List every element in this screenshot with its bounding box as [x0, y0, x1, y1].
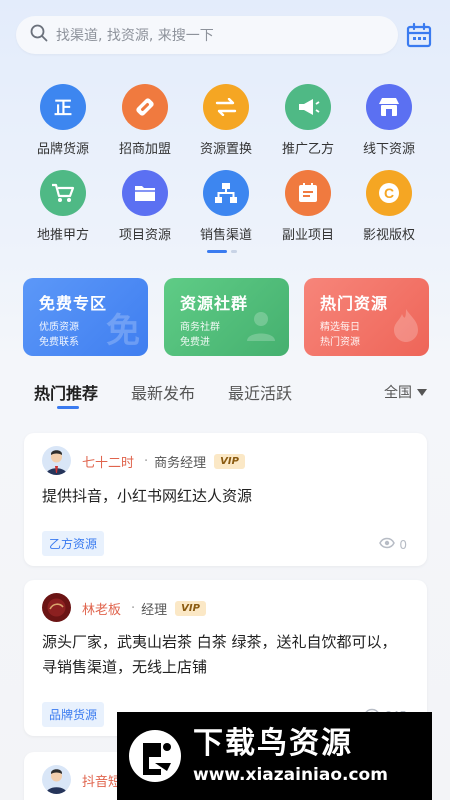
watermark-url: www.xiazainiao.com — [193, 765, 388, 785]
avatar[interactable] — [42, 765, 71, 794]
folder-icon — [122, 170, 168, 216]
author-name[interactable]: 抖音短 — [82, 771, 121, 790]
avatar[interactable] — [42, 446, 71, 475]
org-chart-icon — [203, 170, 249, 216]
watermark-title: 下载鸟资源 — [193, 726, 353, 761]
author-role: 经理 — [141, 603, 168, 618]
view-count: 0 — [379, 537, 407, 552]
grid-item-brand-source[interactable]: 正 品牌货源 — [23, 84, 103, 157]
tab-indicator — [57, 406, 79, 409]
post-content: 提供抖音，小红书网红达人资源 — [42, 487, 253, 505]
vip-badge: VIP — [214, 454, 245, 469]
pager-dot-active — [207, 250, 227, 253]
svg-text:C: C — [384, 185, 394, 201]
region-dropdown[interactable]: 全国 — [384, 382, 427, 402]
grid-item-resource-swap[interactable]: 资源置换 — [186, 84, 266, 157]
grid-item-label: 资源置换 — [199, 142, 252, 157]
vip-badge: VIP — [175, 601, 206, 616]
promo-community[interactable]: 资源社群 商务社群 免费进 — [164, 278, 289, 356]
cart-icon — [40, 170, 86, 216]
post-card[interactable]: 七十二时 · 商务经理 VIP 提供抖音，小红书网红达人资源 乙方资源 0 — [24, 433, 427, 566]
flame-icon — [391, 307, 421, 352]
copyright-icon: C — [366, 170, 412, 216]
tab-hot[interactable]: 热门推荐 — [34, 380, 98, 404]
eye-icon — [379, 537, 396, 552]
grid-item-label: 品牌货源 — [36, 142, 89, 157]
avatar[interactable] — [42, 593, 71, 622]
grid-item-ground-promo[interactable]: 地推甲方 — [23, 170, 103, 243]
grid-item-label: 项目资源 — [118, 228, 171, 243]
search-input[interactable]: 找渠道, 找资源, 来搜一下 — [16, 16, 398, 54]
watermark-text: 下载鸟资源 www.xiazainiao.com — [193, 726, 388, 786]
post-content: 源头厂家，武夷山岩茶 白茶 绿茶，送礼自饮都可以，寻销售渠道，无线上店铺 — [42, 633, 397, 676]
grid-item-label: 推广乙方 — [281, 142, 334, 157]
author-role: 商务经理 — [154, 456, 207, 471]
search-icon — [30, 24, 48, 46]
megaphone-icon — [285, 84, 331, 130]
grid-item-label: 线下资源 — [362, 142, 415, 157]
tab-latest[interactable]: 最新发布 — [131, 380, 195, 404]
site-watermark: 下载鸟资源 www.xiazainiao.com — [117, 712, 432, 800]
grid-item-film-rights[interactable]: C 影视版权 — [349, 170, 429, 243]
group-icon — [241, 309, 281, 352]
author-name[interactable]: 七十二时 — [82, 452, 134, 471]
tab-active[interactable]: 最近活跃 — [228, 380, 292, 404]
grid-item-label: 副业项目 — [281, 228, 334, 243]
swap-icon — [203, 84, 249, 130]
grid-item-promotion[interactable]: 推广乙方 — [268, 84, 348, 157]
pager-dot — [231, 250, 237, 253]
caret-down-icon — [417, 388, 427, 396]
grid-item-label: 影视版权 — [362, 228, 415, 243]
grid-item-offline[interactable]: 线下资源 — [349, 84, 429, 157]
view-count-value: 0 — [399, 537, 407, 552]
promo-free-zone[interactable]: 免费专区 优质资源 免费联系 免 — [23, 278, 148, 356]
grid-item-label: 销售渠道 — [199, 228, 252, 243]
grid-item-franchise[interactable]: 招商加盟 — [105, 84, 185, 157]
meta-separator: · — [131, 601, 136, 616]
pager-dots — [207, 250, 237, 253]
brand-source-icon: 正 — [40, 84, 86, 130]
grid-item-sales-channel[interactable]: 销售渠道 — [186, 170, 266, 243]
post-tag[interactable]: 品牌货源 — [42, 702, 105, 727]
grid-item-projects[interactable]: 项目资源 — [105, 170, 185, 243]
bird-logo-icon — [127, 725, 183, 787]
feed-tabs: 热门推荐 最新发布 最近活跃 — [34, 380, 325, 404]
post-tag[interactable]: 乙方资源 — [42, 531, 105, 556]
grid-item-label: 地推甲方 — [36, 228, 89, 243]
promo-hot[interactable]: 热门资源 精选每日 热门资源 — [304, 278, 429, 356]
post-meta: 林老板 · 经理 VIP — [82, 599, 206, 618]
author-name[interactable]: 林老板 — [82, 599, 121, 618]
region-label: 全国 — [384, 385, 412, 401]
search-placeholder: 找渠道, 找资源, 来搜一下 — [56, 28, 214, 44]
grid-item-side-business[interactable]: 副业项目 — [268, 170, 348, 243]
calendar-board-icon — [285, 170, 331, 216]
meta-separator: · — [144, 454, 149, 469]
free-watermark-icon: 免 — [106, 311, 140, 351]
grid-item-label: 招商加盟 — [118, 142, 171, 157]
post-meta: 抖音短 — [82, 771, 121, 790]
handshake-icon — [122, 84, 168, 130]
calendar-icon[interactable] — [405, 22, 433, 50]
store-icon — [366, 84, 412, 130]
post-meta: 七十二时 · 商务经理 VIP — [82, 452, 245, 471]
